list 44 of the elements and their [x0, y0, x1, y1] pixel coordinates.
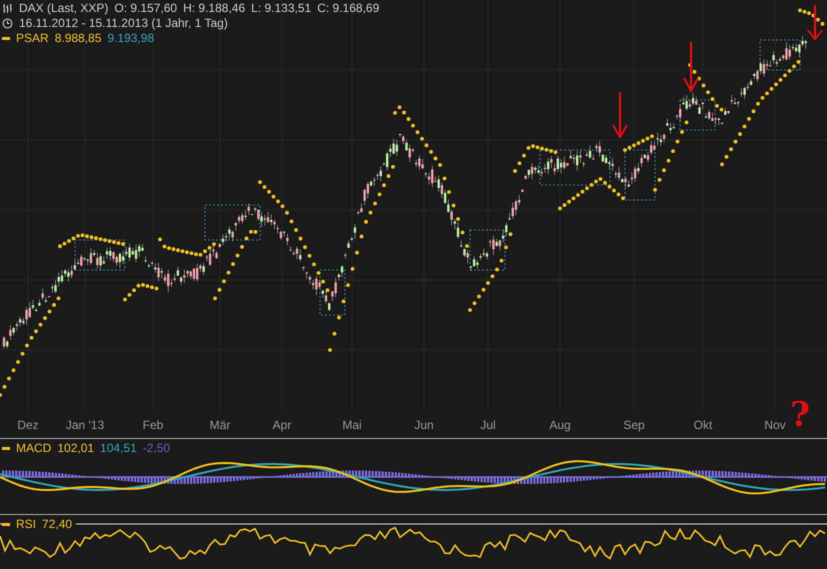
range-box: [680, 100, 716, 130]
range-box: [74, 240, 126, 270]
range-box: [624, 150, 656, 200]
range-box: [320, 270, 346, 316]
price-value: H: 9.188,46: [183, 1, 246, 15]
axis-label: Mär: [210, 418, 230, 432]
bar-chart-icon: [2, 2, 13, 14]
indicator-label: MACD: [16, 441, 52, 455]
range-box: [470, 230, 506, 270]
clock-icon: [2, 18, 13, 28]
indicator-value: -2,50: [142, 441, 170, 455]
axis-label: Feb: [142, 418, 164, 432]
price-value: C: 9.168,69: [317, 1, 380, 15]
indicator-value: 104,51: [100, 441, 137, 455]
axis-label: Apr: [272, 418, 292, 432]
axis-label: Sep: [623, 418, 645, 432]
period-label: 16.11.2012 - 15.11.2013 (1 Jahr, 1 Tag): [19, 16, 228, 30]
axis-label: Aug: [549, 418, 571, 432]
indicator-label: PSAR: [16, 31, 49, 45]
question-mark: ?: [790, 398, 810, 432]
indicator-value: 102,01: [57, 441, 94, 455]
axis-label: Jul: [480, 418, 496, 432]
indicator-value: 8.988,85: [54, 31, 102, 45]
line-swatch-icon: [2, 522, 10, 526]
indicator-value: 9.193,98: [107, 31, 154, 45]
axis-label: Dez: [17, 418, 39, 432]
range-box: [204, 204, 260, 240]
range-box: [540, 150, 610, 186]
arrow-icon: [683, 42, 699, 92]
axis-label: Mai: [342, 418, 362, 432]
arrow-icon: [807, 5, 823, 40]
indicator-value: 72,40: [42, 517, 72, 531]
line-swatch-icon: [2, 36, 10, 40]
price-value: O: 9.157,60: [114, 1, 178, 15]
axis-label: Jan '13: [66, 418, 104, 432]
symbol-label: DAX (Last, XXP): [19, 1, 108, 15]
arrow-icon: [612, 92, 628, 138]
price-value: L: 9.133,51: [251, 1, 312, 15]
axis-label: Okt: [694, 418, 712, 432]
indicator-label: RSI: [16, 517, 36, 531]
axis-label: Jun: [414, 418, 434, 432]
line-swatch-icon: [2, 446, 10, 450]
axis-label: Nov: [764, 418, 786, 432]
range-box: [760, 40, 800, 70]
